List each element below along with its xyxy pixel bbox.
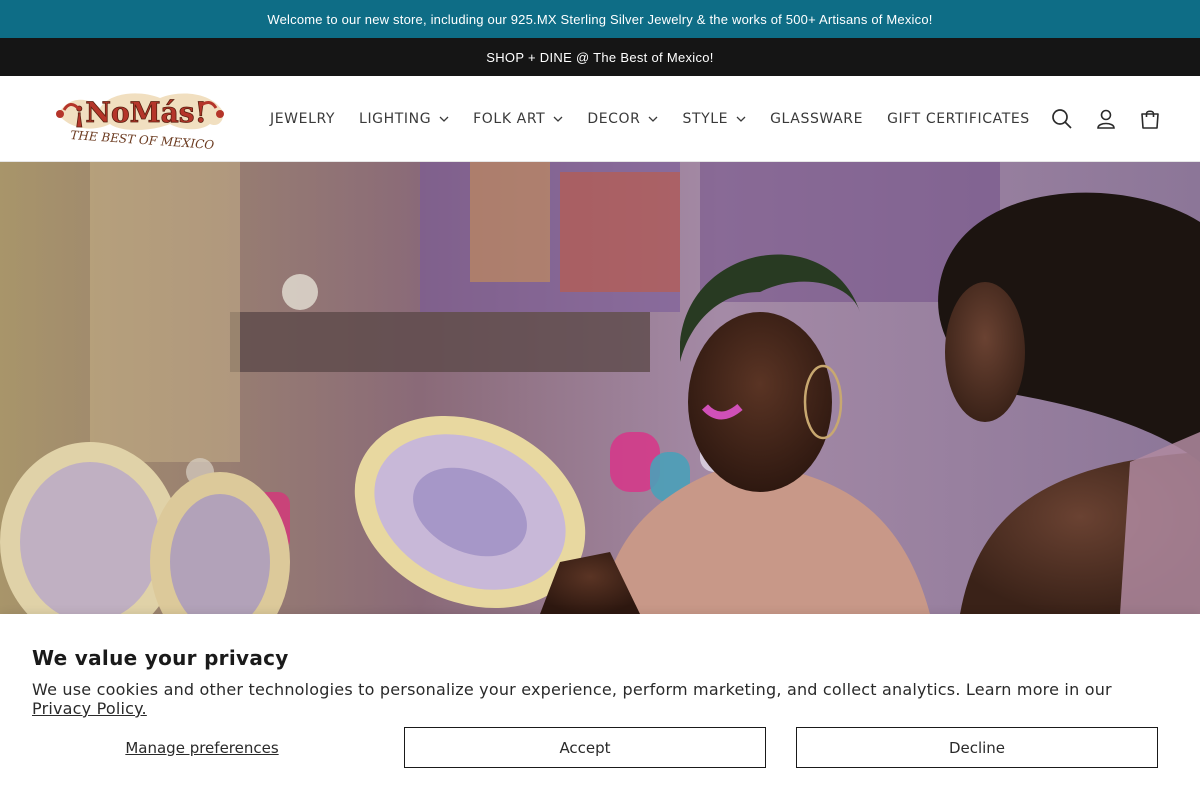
nav-item-style[interactable]: STYLE xyxy=(670,99,758,139)
nav-label: LIGHTING xyxy=(359,111,432,127)
hero-image xyxy=(0,162,1200,614)
nav-item-folk-art[interactable]: FOLK ART xyxy=(461,99,575,139)
nav-item-jewelry[interactable]: JEWELRY xyxy=(258,99,347,139)
nav-item-decor[interactable]: DECOR xyxy=(575,99,670,139)
nav-item-gift-certificates[interactable]: GIFT CERTIFICATES xyxy=(875,99,1042,139)
privacy-title: We value your privacy xyxy=(32,646,289,670)
accept-button[interactable]: Accept xyxy=(404,727,766,768)
announcement-text: SHOP + DINE @ The Best of Mexico! xyxy=(486,49,714,65)
chevron-down-icon xyxy=(736,116,746,122)
hero-video[interactable] xyxy=(0,162,1200,614)
privacy-text: We use cookies and other technologies to… xyxy=(32,680,1112,699)
decline-button[interactable]: Decline xyxy=(796,727,1158,768)
cart-icon xyxy=(1141,110,1159,129)
announcement-bar-secondary[interactable]: SHOP + DINE @ The Best of Mexico! xyxy=(0,38,1200,76)
store-logo[interactable]: ¡NoMás! THE BEST OF MEXICO xyxy=(50,84,230,154)
logo-tagline: THE BEST OF MEXICO xyxy=(70,128,215,152)
nav-label: GLASSWARE xyxy=(770,111,864,127)
main-nav: JEWELRY LIGHTING FOLK ART DECOR STYLE GL… xyxy=(258,76,1042,162)
chevron-down-icon xyxy=(439,116,449,122)
account-icon xyxy=(1097,109,1115,129)
nav-label: FOLK ART xyxy=(473,111,546,127)
nav-label: GIFT CERTIFICATES xyxy=(887,111,1030,127)
privacy-description: We use cookies and other technologies to… xyxy=(32,680,1172,718)
nav-label: STYLE xyxy=(682,111,729,127)
search-icon xyxy=(1052,109,1072,129)
cart-button[interactable] xyxy=(1138,107,1162,131)
logo-wordmark: ¡NoMás! xyxy=(73,96,207,129)
logo-image: ¡NoMás! THE BEST OF MEXICO xyxy=(56,93,224,152)
header-icons xyxy=(1050,76,1162,162)
site-header: ¡NoMás! THE BEST OF MEXICO JEWELRY LIGHT… xyxy=(0,76,1200,162)
nav-label: DECOR xyxy=(587,111,641,127)
nav-item-glassware[interactable]: GLASSWARE xyxy=(758,99,875,139)
nav-item-lighting[interactable]: LIGHTING xyxy=(347,99,461,139)
privacy-policy-link[interactable]: Privacy Policy. xyxy=(32,699,147,718)
cookie-consent-banner: We value your privacy We use cookies and… xyxy=(0,614,1200,800)
search-button[interactable] xyxy=(1050,107,1074,131)
account-button[interactable] xyxy=(1094,107,1118,131)
chevron-down-icon xyxy=(649,116,658,122)
nav-label: JEWELRY xyxy=(270,111,336,127)
announcement-text: Welcome to our new store, including our … xyxy=(267,11,933,27)
announcement-bar-primary: Welcome to our new store, including our … xyxy=(0,0,1200,38)
manage-preferences-button[interactable]: Manage preferences xyxy=(42,727,362,768)
chevron-down-icon xyxy=(553,116,563,122)
